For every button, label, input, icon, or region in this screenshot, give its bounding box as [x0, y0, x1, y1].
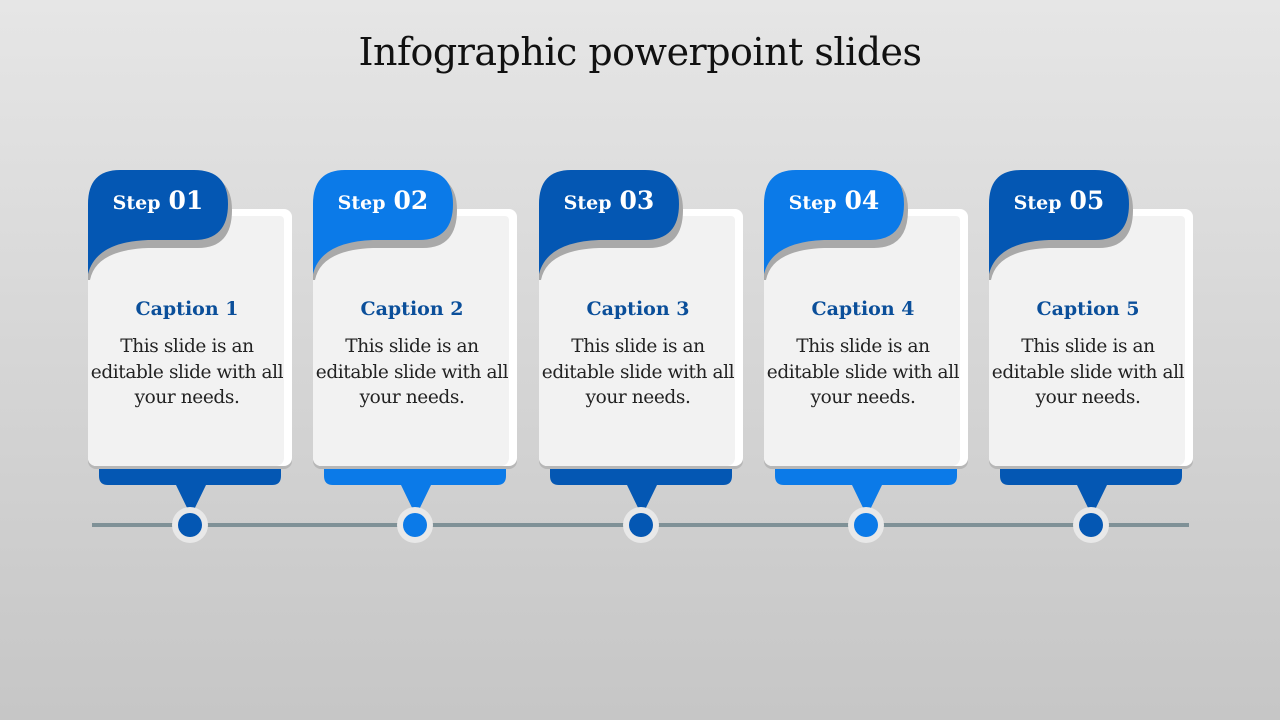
timeline-marker — [623, 507, 659, 543]
timeline-marker-dot — [854, 513, 878, 537]
timeline-marker-dot — [1079, 513, 1103, 537]
timeline-marker — [397, 507, 433, 543]
step-item-4: Step 04 Caption 4 This slide is an editab… — [764, 0, 974, 720]
step-item-2: Step 02 Caption 2 This slide is an editab… — [313, 0, 523, 720]
step-word: Step — [788, 192, 837, 214]
timeline-marker-dot — [178, 513, 202, 537]
step-number: 03 — [619, 186, 655, 215]
timeline-marker — [172, 507, 208, 543]
step-caption: Caption 2 — [360, 298, 464, 320]
step-description: This slide is an editable slide with all… — [991, 336, 1185, 408]
timeline-marker-dot — [629, 513, 653, 537]
step-word: Step — [563, 192, 612, 214]
step-word: Step — [337, 192, 386, 214]
step-description: This slide is an editable slide with all… — [90, 336, 284, 408]
step-item-5: Step 05 Caption 5 This slide is an editab… — [989, 0, 1199, 720]
step-description: This slide is an editable slide with all… — [315, 336, 509, 408]
step-label: Step 02 — [313, 186, 453, 215]
step-caption: Caption 3 — [586, 298, 690, 320]
step-caption: Caption 1 — [135, 298, 239, 320]
step-description: This slide is an editable slide with all… — [541, 336, 735, 408]
step-number: 04 — [844, 186, 880, 215]
step-label: Step 03 — [539, 186, 679, 215]
step-number: 05 — [1069, 186, 1105, 215]
timeline-marker-dot — [403, 513, 427, 537]
step-description: This slide is an editable slide with all… — [766, 336, 960, 408]
step-caption: Caption 5 — [1036, 298, 1140, 320]
step-item-1: Step 01 Caption 1 This slide is an editab… — [88, 0, 298, 720]
step-word: Step — [112, 192, 161, 214]
step-label: Step 04 — [764, 186, 904, 215]
timeline-marker — [848, 507, 884, 543]
step-label: Step 05 — [989, 186, 1129, 215]
step-caption: Caption 4 — [811, 298, 915, 320]
step-number: 01 — [168, 186, 204, 215]
step-item-3: Step 03 Caption 3 This slide is an editab… — [539, 0, 749, 720]
step-label: Step 01 — [88, 186, 228, 215]
timeline-marker — [1073, 507, 1109, 543]
step-word: Step — [1013, 192, 1062, 214]
step-number: 02 — [393, 186, 429, 215]
